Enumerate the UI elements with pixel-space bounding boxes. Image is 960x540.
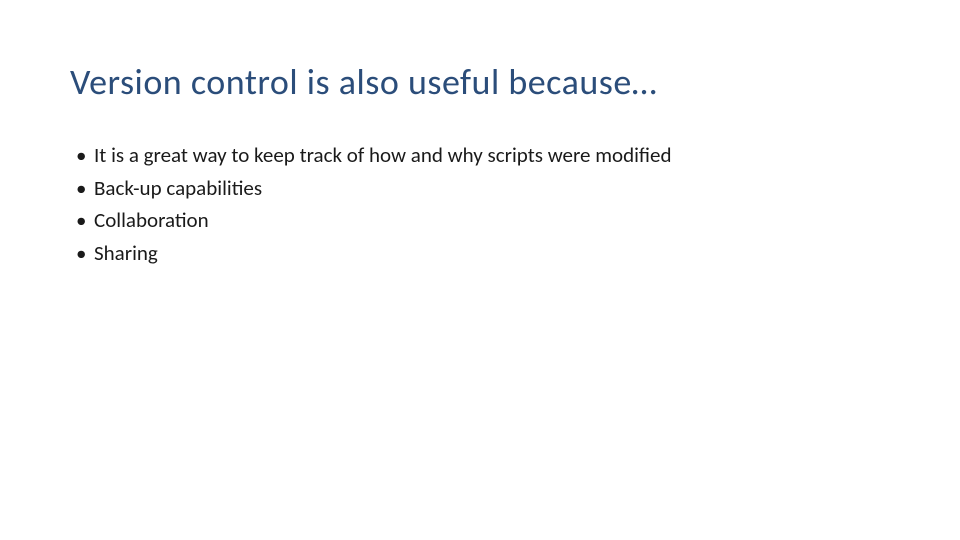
bullet-item: Sharing xyxy=(76,238,890,270)
bullet-item: Back-up capabilities xyxy=(76,173,890,205)
slide-container: Version control is also useful because… … xyxy=(0,0,960,540)
slide-title: Version control is also useful because… xyxy=(70,60,890,104)
bullet-item: Collaboration xyxy=(76,205,890,237)
bullet-item: It is a great way to keep track of how a… xyxy=(76,140,890,172)
bullet-list: It is a great way to keep track of how a… xyxy=(70,140,890,269)
